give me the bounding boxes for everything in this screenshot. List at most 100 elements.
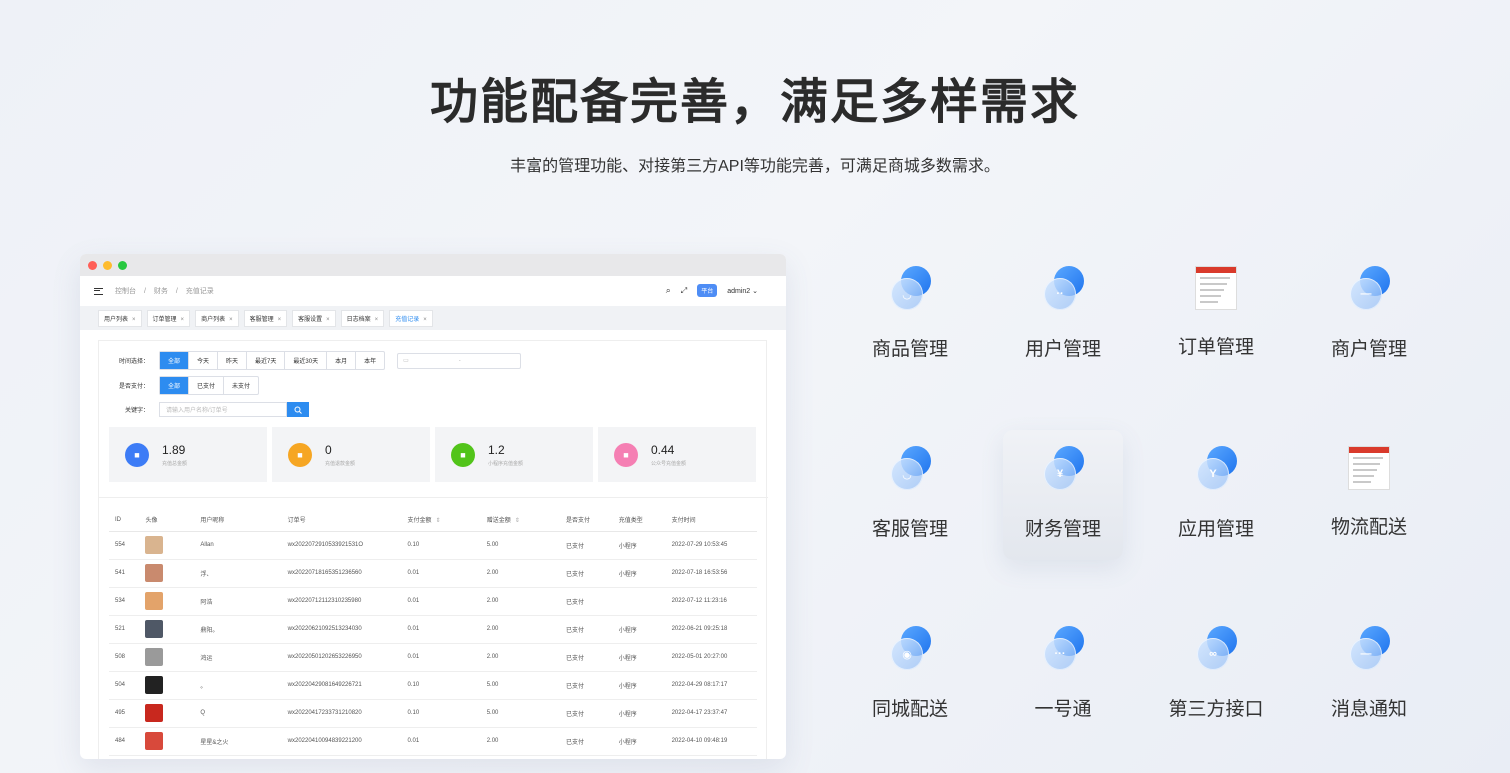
fullscreen-icon[interactable]: ⤢ [681,286,687,296]
thumb-line [1353,469,1377,471]
filter-option[interactable]: 已支付 [189,377,225,394]
filter-option[interactable]: 未支付 [224,377,258,394]
page-tab[interactable]: 订单管理 × [146,309,191,327]
page-tab[interactable]: 客服设置 × [292,309,336,327]
close-icon[interactable]: × [375,317,379,323]
cell-pay: 0.01 [401,615,481,644]
page-tab[interactable]: 日志档案 × [340,309,385,327]
feature-finance[interactable]: ¥ 财务管理 [1003,430,1123,560]
feature-service[interactable]: ◡ 客服管理 [850,430,970,560]
cell-type [612,587,666,616]
close-icon[interactable]: × [229,317,233,323]
feature-local-delivery[interactable]: ◉ 同城配送 [850,610,970,740]
sort-icon[interactable]: ⇕ [515,518,520,524]
thumb-header [1196,267,1236,273]
thumb-line [1200,283,1227,285]
feature-logistics[interactable]: 物流配送 [1309,430,1429,560]
stat-label: 充值退款金额 [325,460,356,467]
feature-merchant[interactable]: — 商户管理 [1309,250,1429,380]
table-row[interactable]: 495 Qwx20220417233731210820 0.10 5.00 已支付 小程序… [109,699,757,728]
table-row[interactable]: 521 鼎阳。 wx20220621092513234030 0.01 2.00 已支付小… [109,615,757,644]
cell-id: 508 [109,643,140,672]
table-row[interactable]: 484 星星&之火 wx20220410094839221200 0.01 2.00 已支… [109,727,757,756]
cell-gift: 2.00 [480,643,560,672]
page-tab[interactable]: 充值记录 × [389,309,433,327]
feature-message[interactable]: — 消息通知 [1309,610,1429,740]
date-range-picker[interactable]: ▭ - [397,352,522,369]
feature-user[interactable]: ·· 用户管理 [1003,250,1123,380]
table-row[interactable]: 554 Allan wx2022072910533921531O 0.10 5.00 已支… [109,531,757,560]
tab-label: 客服管理 [249,316,274,323]
feature-goods[interactable]: ◡ 商品管理 [850,250,970,380]
cell-avatar [139,587,195,616]
breadcrumb-item: 充值记录 [185,288,214,295]
breadcrumb-item[interactable]: 财务 [154,288,168,295]
stat-label: 公众号充值金额 [651,460,687,467]
cell-type: 小程序 [612,671,666,700]
cell-order: wx20220621092513234030 [281,615,402,644]
filter-option[interactable]: 最近30天 [285,352,328,369]
cell-paid: 已支付 [559,671,613,700]
feature-order[interactable]: 订单管理 [1156,250,1276,380]
thumb-line [1200,289,1224,291]
cell-paid: 已支付 [559,699,613,728]
date-separator: - [458,357,461,364]
icon-bubble-front: ◉ [891,638,923,670]
breadcrumb-item[interactable]: 控制台 [115,288,136,295]
table-row[interactable]: 541 浮、 wx20220718165351236560 0.01 2.00 已支付 小程… [109,559,757,588]
keyword-input[interactable]: 请输入用户名称/订单号 [159,402,287,417]
avatar [145,732,164,750]
page-tabs: 用户列表 × 订单管理 × 商户列表 × 客服管理 × 客服设置 × 日志档案 × 充值记录 × [80,306,786,330]
filter-option[interactable]: 全部 [160,352,190,369]
breadcrumb: 控制台 / 财务 / 充值记录 [115,286,220,296]
cell-type: 小程序 [612,727,666,756]
stat-text: 1.2 小程序充值金额 [488,443,523,467]
filter-option[interactable]: 本月 [327,352,357,369]
cell-paid: 已支付 [559,587,613,616]
maximize-dot [118,260,127,270]
thumb-line [1353,475,1374,477]
filter-option[interactable]: 最近7天 [247,352,286,369]
thumb-line [1353,481,1371,483]
tab-label: 充值记录 [395,316,420,323]
cell-pay: 0.10 [401,671,481,700]
search-icon [294,406,302,414]
filter-option[interactable]: 今天 [189,352,219,369]
column-header[interactable]: 赠送金额 ⇕ [480,509,560,532]
page-tab[interactable]: 用户列表 × [98,309,142,327]
close-icon[interactable]: × [423,317,427,323]
menu-icon[interactable] [94,287,103,295]
tab-label: 商户列表 [201,316,226,323]
feature-link[interactable]: ∞ 第三方接口 [1156,610,1276,740]
close-icon[interactable]: × [326,317,330,323]
close-icon[interactable]: × [278,317,282,323]
close-icon[interactable]: × [132,317,136,323]
column-header[interactable]: 支付金额 ⇕ [401,509,481,532]
column-header: 支付时间 [665,509,757,532]
page-tab[interactable]: 商户列表 × [195,309,239,327]
search-button[interactable] [287,402,309,417]
table-row[interactable]: 504 。 wx20220429081649226721 0.10 5.00 已支付 小程序… [109,671,757,700]
tab-label: 日志档案 [346,316,371,323]
calendar-icon: ▭ [403,358,409,364]
feature-app[interactable]: Y 应用管理 [1156,430,1276,560]
column-header: 是否支付 [559,509,613,532]
document-icon: ■ [288,442,312,467]
sort-icon[interactable]: ⇕ [436,518,441,524]
one-pass-icon: ··· [1040,626,1086,672]
time-filter-label: 时间选择： [118,359,149,365]
filter-option[interactable]: 本年 [356,352,384,369]
cell-avatar [139,699,195,728]
filter-option[interactable]: 昨天 [218,352,248,369]
page-tab[interactable]: 客服管理 × [243,309,288,327]
feature-one-pass[interactable]: ··· 一号通 [1003,610,1123,740]
table-row[interactable]: 508 鸿运 wx20220501202653226950 0.01 2.00 已支付 小程… [109,643,757,672]
user-menu[interactable]: admin2 ⌄ [727,287,758,295]
search-icon[interactable]: ⌕ [666,285,671,296]
stat-text: 1.89 充值总金额 [162,443,187,467]
filter-option[interactable]: 全部 [160,377,190,394]
tab-label: 客服设置 [298,316,323,323]
close-icon[interactable]: × [181,317,185,323]
breadcrumb-separator: / [143,288,146,295]
table-row[interactable]: 534 阿浩 wx20220712112310235980 0.01 2.00 已支付 20… [109,587,757,616]
